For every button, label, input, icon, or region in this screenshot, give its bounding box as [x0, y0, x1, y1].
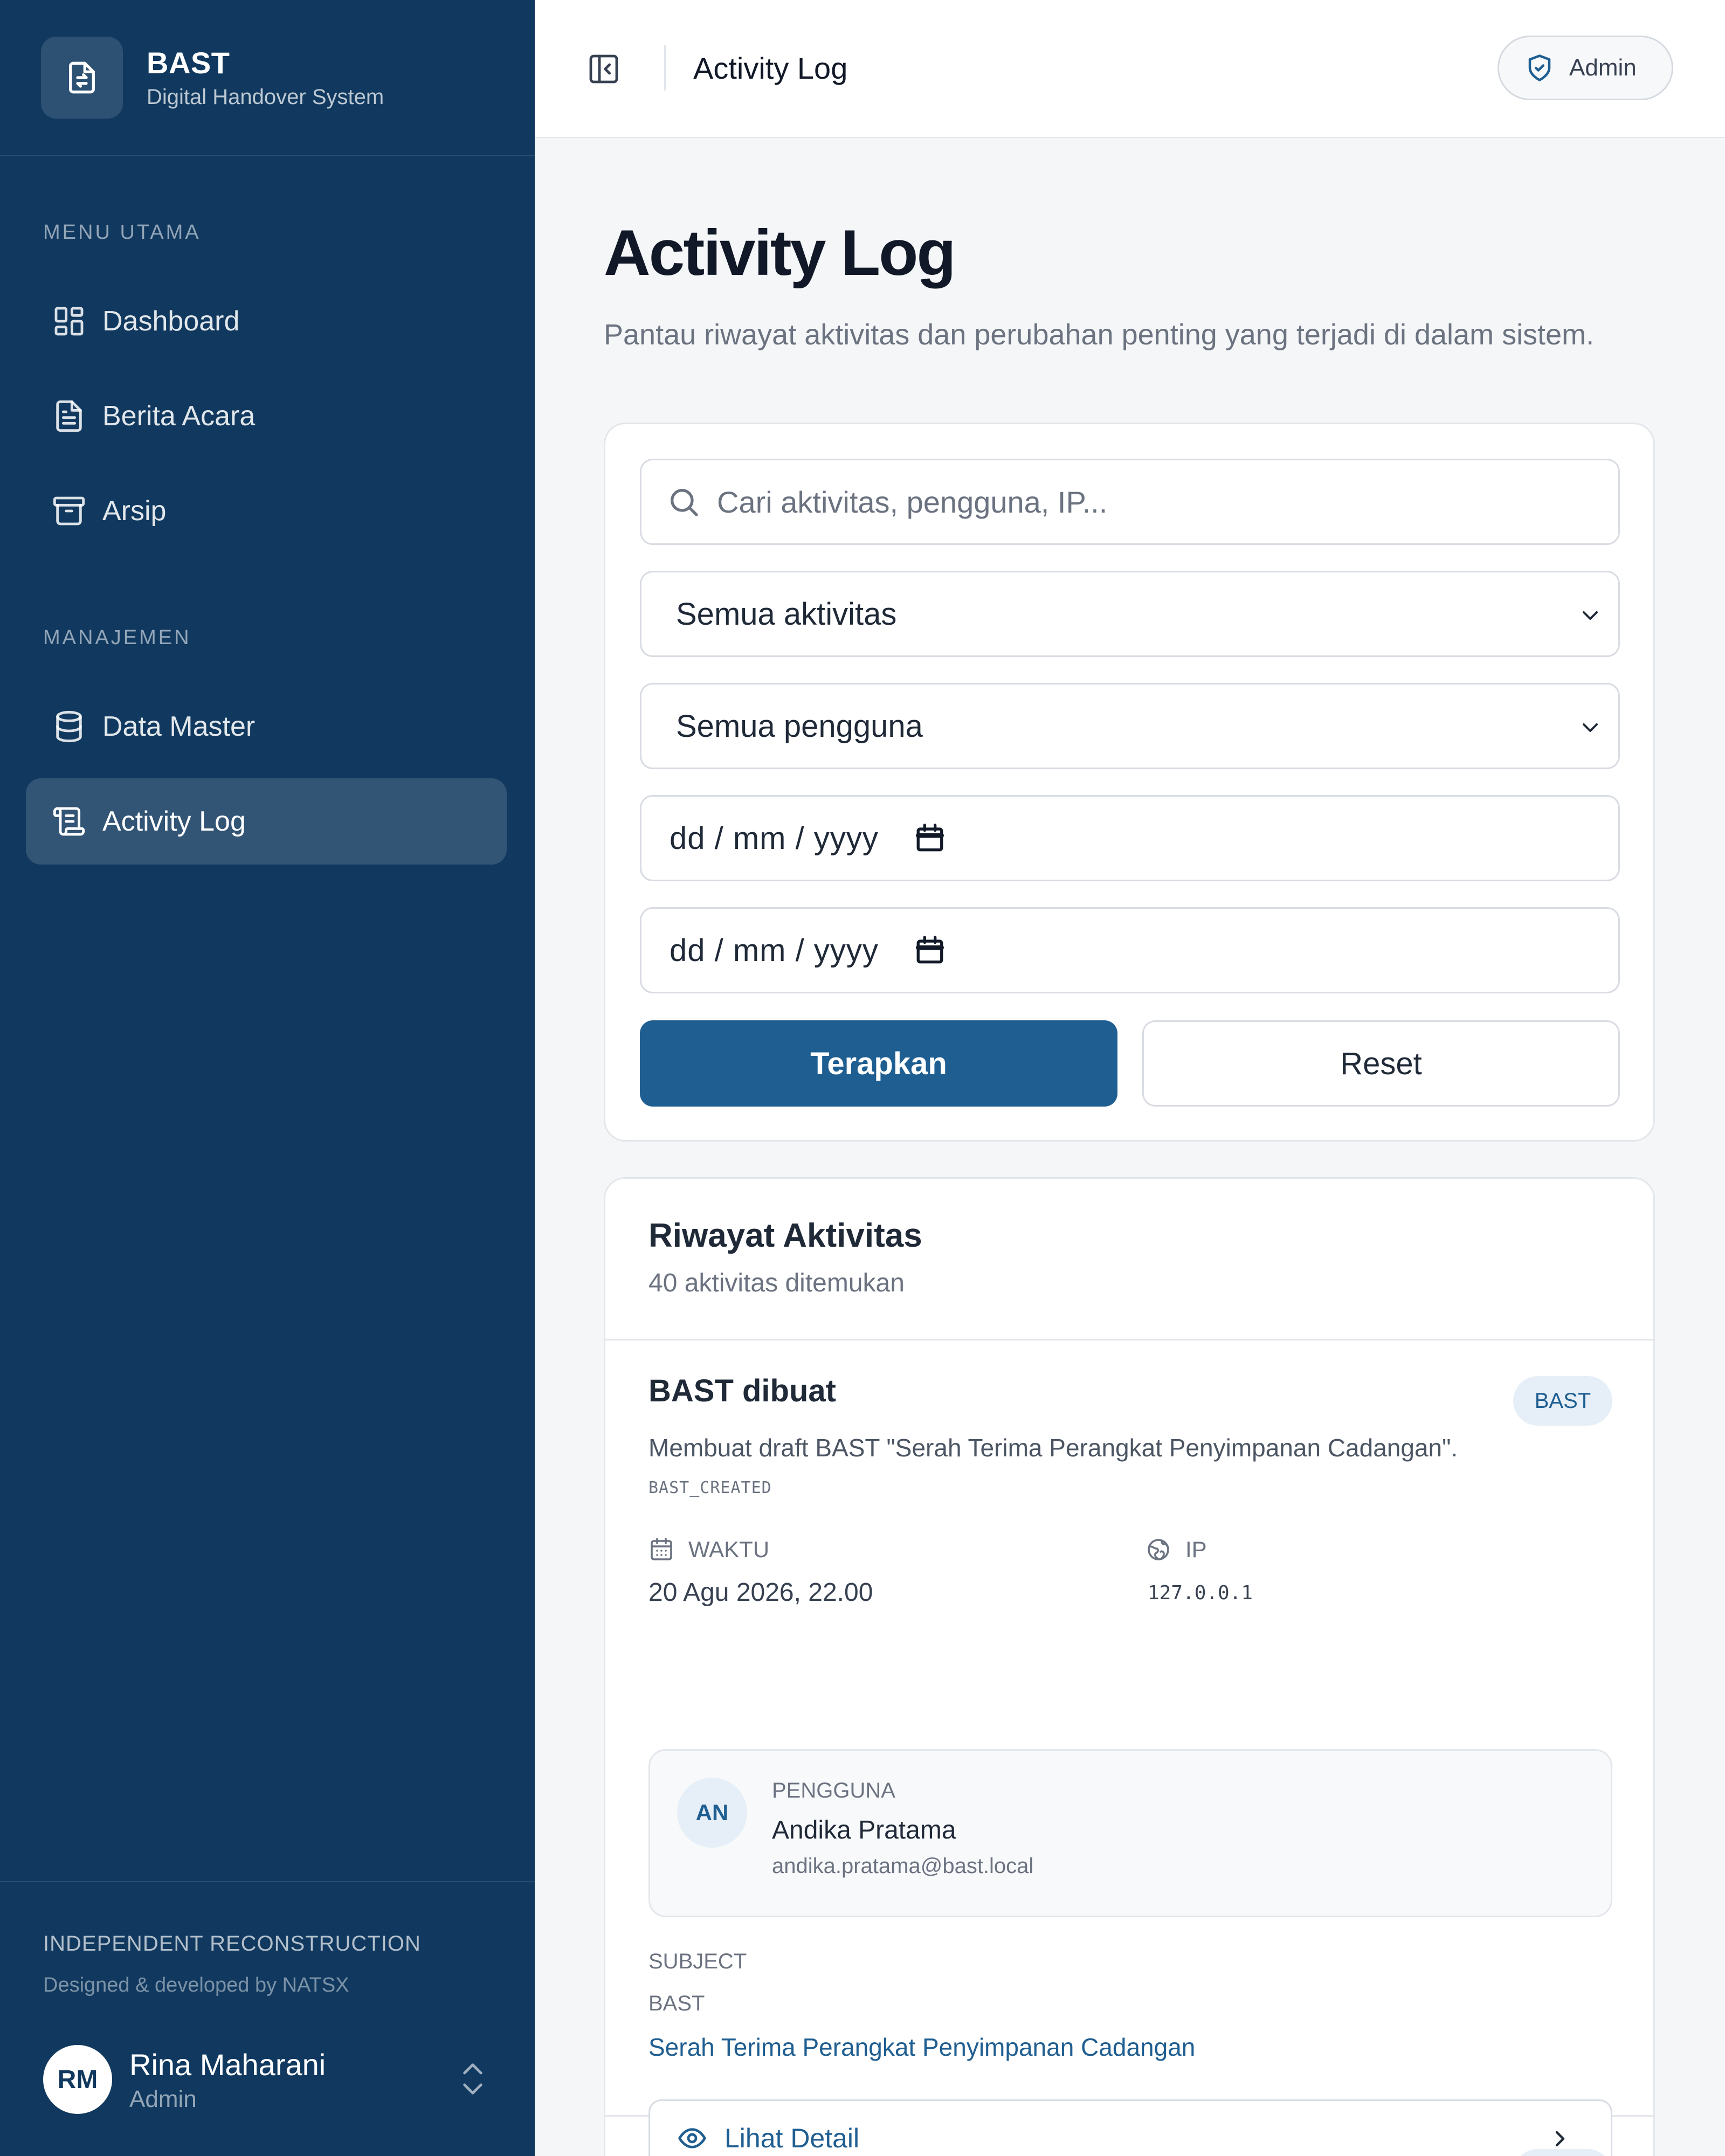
document-swap-icon[interactable]	[41, 37, 123, 119]
sidebar-item-label: Activity Log	[102, 806, 246, 837]
calendar-icon	[651, 1538, 672, 1560]
activity-history-card: Riwayat Aktivitas 40 aktivitas ditemukan…	[604, 1177, 1655, 2156]
scroll-icon	[53, 807, 85, 836]
brand-subtitle: Digital Handover System	[147, 85, 384, 109]
time-label: WAKTU	[648, 1537, 769, 1563]
sidebar-item-activity-log[interactable]: Activity Log	[26, 778, 507, 865]
activity-history-header: Riwayat Aktivitas 40 aktivitas ditemukan	[605, 1179, 1653, 1340]
divider	[664, 45, 666, 91]
sidebar-toggle-icon[interactable]	[586, 52, 621, 86]
avatar[interactable]: RM	[43, 2045, 112, 2114]
credit-title: INDEPENDENT RECONSTRUCTION	[43, 1932, 421, 1955]
sidebar-item-data-master[interactable]: Data Master	[26, 683, 507, 770]
globe-icon	[1148, 1539, 1169, 1560]
subject-type: BAST	[648, 1992, 705, 2015]
calendar-icon[interactable]	[914, 935, 946, 966]
user-email: andika.pratama@bast.local	[772, 1854, 1034, 1878]
entry-description: Membuat draft BAST "Serah Terima Perangk…	[648, 1434, 1458, 1462]
sidebar-item-dashboard[interactable]: Dashboard	[26, 278, 507, 364]
user-label: PENGGUNA	[772, 1779, 895, 1802]
apply-filter-button[interactable]: Terapkan	[640, 1020, 1117, 1107]
user-name: Andika Pratama	[772, 1816, 956, 1844]
subject-link[interactable]: Serah Terima Perangkat Penyimpanan Cadan…	[648, 2033, 1195, 2062]
date-from-placeholder: dd / mm / yyyy	[670, 820, 879, 856]
ip-label: IP	[1146, 1537, 1207, 1563]
sidebar-item-berita-acara[interactable]: Berita Acara	[26, 373, 507, 459]
top-bar: Activity Log Admin	[535, 0, 1725, 138]
topbar-title: Activity Log	[693, 51, 848, 85]
sidebar-item-arsip[interactable]: Arsip	[26, 468, 507, 554]
shield-check-icon	[1528, 54, 1551, 81]
search-icon	[671, 489, 698, 516]
current-user-role: Admin	[129, 2086, 197, 2112]
sidebar-item-label: Arsip	[102, 495, 167, 527]
calendar-icon[interactable]	[914, 823, 946, 854]
archive-icon	[53, 496, 85, 526]
dashboard-icon	[54, 307, 84, 336]
current-user-name[interactable]: Rina Maharani	[129, 2047, 326, 2082]
activity-history-title: Riwayat Aktivitas	[648, 1217, 922, 1254]
brand-header: BAST Digital Handover System	[0, 0, 535, 156]
entry-user-box: AN PENGGUNA Andika Pratama andika.pratam…	[648, 1749, 1612, 1917]
page-title: Activity Log	[604, 217, 956, 289]
status-badge: BAST	[1513, 1376, 1612, 1426]
date-from-input[interactable]: dd / mm / yyyy	[640, 795, 1620, 881]
user-select-value: Semua pengguna	[676, 708, 923, 744]
chevron-down-icon	[1583, 723, 1598, 732]
sidebar-item-label: Data Master	[102, 711, 256, 742]
list-item: BAST dibuat BAST Membuat draft BAST "Ser…	[605, 1340, 1653, 2156]
time-value: 20 Agu 2026, 22.00	[648, 1578, 873, 1607]
credit-subtitle: Designed & developed by NATSX	[43, 1974, 349, 1996]
activity-type-select[interactable]: Semua aktivitas	[640, 571, 1620, 657]
subject-label: SUBJECT	[648, 1950, 747, 1973]
database-icon	[56, 710, 82, 743]
view-detail-button[interactable]: Lihat Detail	[648, 2099, 1612, 2156]
entry-title: BAST dibuat	[648, 1373, 836, 1408]
role-chip[interactable]: Admin	[1498, 36, 1673, 100]
brand-name: BAST	[147, 46, 230, 80]
role-chip-label: Admin	[1569, 54, 1637, 81]
chevron-right-icon	[1555, 2131, 1565, 2147]
section-title-menu-utama: MENU UTAMA	[43, 221, 201, 244]
user-select[interactable]: Semua pengguna	[640, 683, 1620, 769]
chevrons-up-down-icon[interactable]	[458, 2060, 487, 2098]
avatar: AN	[677, 1778, 747, 1848]
sidebar-footer: INDEPENDENT RECONSTRUCTION Designed & de…	[0, 1881, 535, 2156]
time-label-text: WAKTU	[688, 1537, 770, 1562]
reset-filter-button[interactable]: Reset	[1142, 1020, 1620, 1107]
date-to-placeholder: dd / mm / yyyy	[670, 932, 879, 968]
section-title-manajemen: MANAJEMEN	[43, 626, 191, 649]
date-to-input[interactable]: dd / mm / yyyy	[640, 907, 1620, 993]
eye-icon	[678, 2128, 706, 2148]
ip-value: 127.0.0.1	[1148, 1582, 1253, 1604]
activity-count: 40 aktivitas ditemukan	[648, 1269, 905, 1297]
activity-select-value: Semua aktivitas	[676, 596, 897, 632]
entry-event-code: BAST_CREATED	[648, 1478, 772, 1497]
filter-card: Cari aktivitas, pengguna, IP... Semua ak…	[604, 423, 1655, 1142]
sidebar: BAST Digital Handover System MENU UTAMA …	[0, 0, 535, 2156]
sidebar-item-label: Berita Acara	[102, 400, 256, 432]
search-placeholder: Cari aktivitas, pengguna, IP...	[717, 485, 1108, 519]
page-description: Pantau riwayat aktivitas dan perubahan p…	[604, 319, 1595, 351]
view-detail-label: Lihat Detail	[724, 2123, 860, 2153]
ip-label-text: IP	[1185, 1537, 1207, 1562]
sidebar-item-label: Dashboard	[102, 306, 240, 337]
search-input[interactable]: Cari aktivitas, pengguna, IP...	[640, 459, 1620, 545]
chevron-down-icon	[1583, 611, 1598, 620]
file-text-icon	[56, 400, 82, 432]
